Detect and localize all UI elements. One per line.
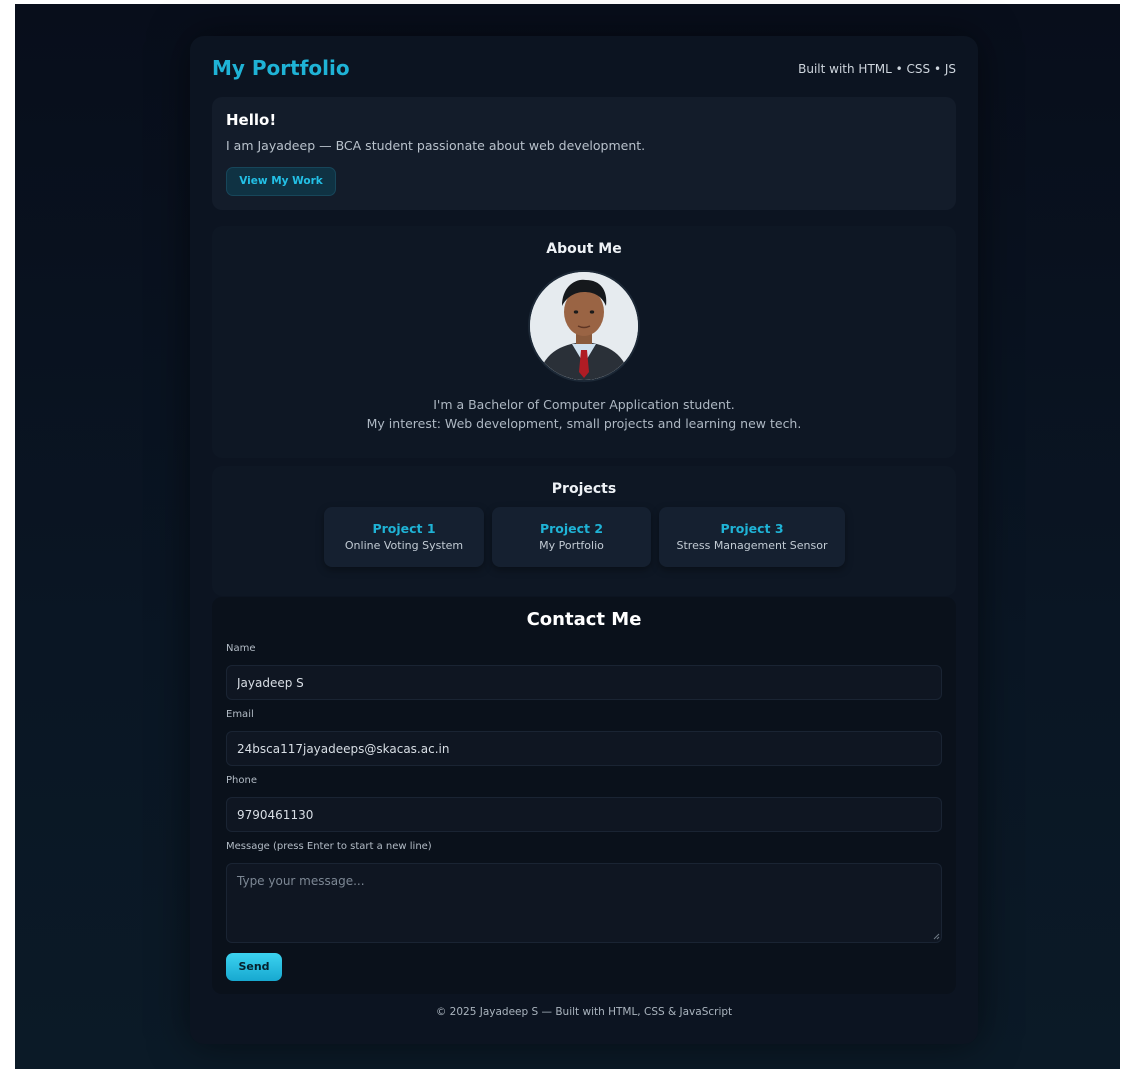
project-card-2[interactable]: Project 2 My Portfolio xyxy=(492,507,651,567)
hero-intro: I am Jayadeep — BCA student passionate a… xyxy=(226,138,646,153)
message-label: Message (press Enter to start a new line… xyxy=(226,841,432,852)
resize-handle-icon[interactable] xyxy=(933,933,940,940)
project-card-3[interactable]: Project 3 Stress Management Sensor xyxy=(659,507,845,567)
contact-title: Contact Me xyxy=(526,609,642,630)
phone-label: Phone xyxy=(226,775,257,786)
profile-avatar xyxy=(528,270,640,382)
projects-title: Projects xyxy=(551,481,617,497)
view-my-work-button[interactable]: View My Work xyxy=(226,167,336,196)
message-field[interactable] xyxy=(226,863,942,943)
projects-section: Projects Project 1 Online Voting System … xyxy=(212,466,956,596)
profile-photo-icon xyxy=(530,272,638,380)
project-desc: Stress Management Sensor xyxy=(676,539,828,552)
project-desc: Online Voting System xyxy=(344,539,464,552)
header: My Portfolio Built with HTML • CSS • JS xyxy=(212,56,956,86)
name-field[interactable] xyxy=(226,665,942,700)
about-section: About Me I'm a Bachelor of Computer Appl… xyxy=(212,226,956,458)
site-title: My Portfolio xyxy=(212,56,350,80)
name-label: Name xyxy=(226,643,256,654)
email-label: Email xyxy=(226,709,254,720)
send-button[interactable]: Send xyxy=(226,953,282,981)
tech-note: Built with HTML • CSS • JS xyxy=(798,62,956,76)
project-card-1[interactable]: Project 1 Online Voting System xyxy=(324,507,484,567)
hero-greeting: Hello! xyxy=(226,111,277,129)
contact-section: Contact Me Name Email Phone Message (pre… xyxy=(212,597,956,994)
project-name: Project 3 xyxy=(720,521,784,536)
email-field[interactable] xyxy=(226,731,942,766)
hero-section: Hello! I am Jayadeep — BCA student passi… xyxy=(212,97,956,210)
phone-field[interactable] xyxy=(226,797,942,832)
project-name: Project 2 xyxy=(539,521,604,536)
about-line-1: I'm a Bachelor of Computer Application s… xyxy=(433,397,735,412)
project-name: Project 1 xyxy=(372,521,436,536)
about-line-2: My interest: Web development, small proj… xyxy=(366,416,802,431)
about-title: About Me xyxy=(546,241,622,257)
project-desc: My Portfolio xyxy=(539,539,604,552)
footer-text: © 2025 Jayadeep S — Built with HTML, CSS… xyxy=(435,1006,733,1018)
portfolio-container: My Portfolio Built with HTML • CSS • JS … xyxy=(190,36,978,1044)
